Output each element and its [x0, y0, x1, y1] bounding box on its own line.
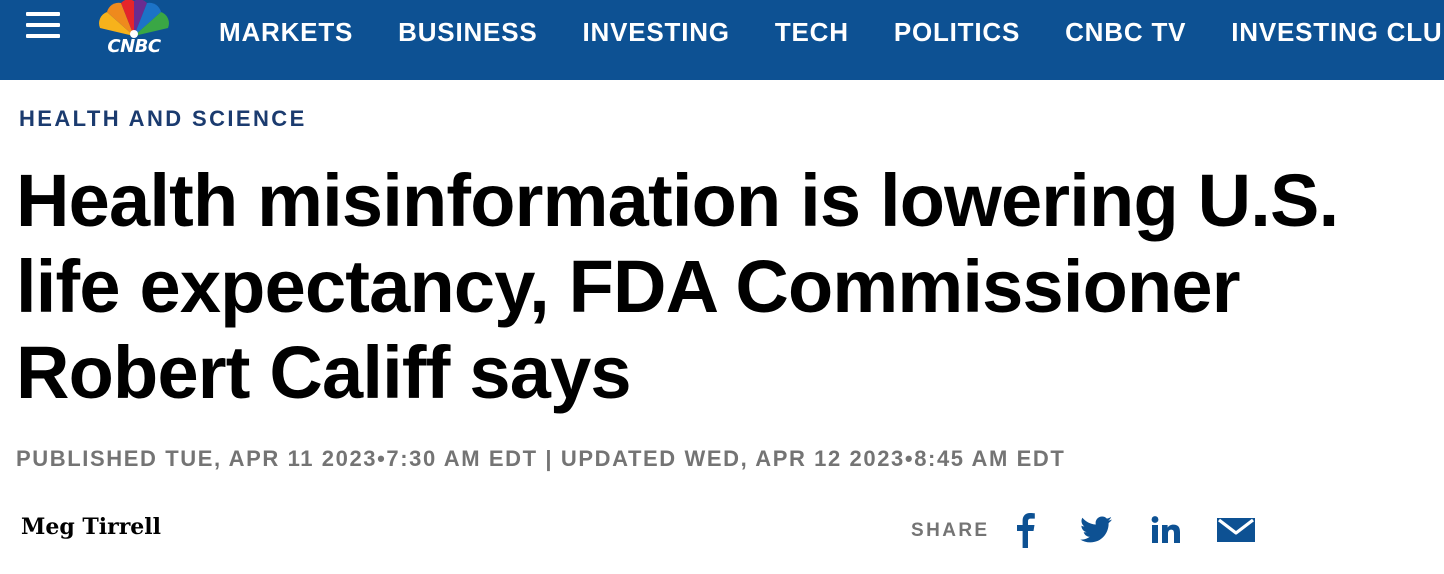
publish-timestamps: PUBLISHED TUE, APR 11 2023•7:30 AM EDT |… — [16, 446, 1066, 471]
peacock-icon — [99, 0, 169, 38]
cnbc-logo[interactable]: CNBC — [88, 0, 180, 60]
primary-nav: MARKETS BUSINESS INVESTING TECH POLITICS CNBC… — [219, 16, 1444, 48]
menu-icon[interactable] — [26, 12, 60, 42]
cnbc-logo-text: CNBC — [107, 36, 161, 57]
twitter-icon[interactable] — [1078, 510, 1114, 550]
share-label: SHARE — [911, 520, 990, 541]
nav-markets[interactable]: MARKETS — [219, 16, 353, 48]
nav-cnbc-tv[interactable]: CNBC TV — [1065, 16, 1186, 48]
article-headline: Health misinformation is lowering U.S. l… — [16, 159, 1339, 414]
section-link[interactable]: HEALTH AND SCIENCE — [19, 106, 307, 132]
nav-business[interactable]: BUSINESS — [398, 16, 537, 48]
nav-politics[interactable]: POLITICS — [894, 16, 1020, 48]
nav-tech[interactable]: TECH — [775, 16, 849, 48]
linkedin-icon[interactable] — [1150, 510, 1184, 550]
top-navigation-bar: CNBC MARKETS BUSINESS INVESTING TECH POLITIC… — [0, 0, 1444, 80]
email-icon[interactable] — [1216, 510, 1256, 550]
author-link[interactable]: Meg Tirrell — [21, 514, 161, 540]
facebook-icon[interactable] — [1014, 510, 1036, 550]
nav-investing-club[interactable]: INVESTING CLUB — [1231, 16, 1444, 48]
nav-investing[interactable]: INVESTING — [582, 16, 729, 48]
